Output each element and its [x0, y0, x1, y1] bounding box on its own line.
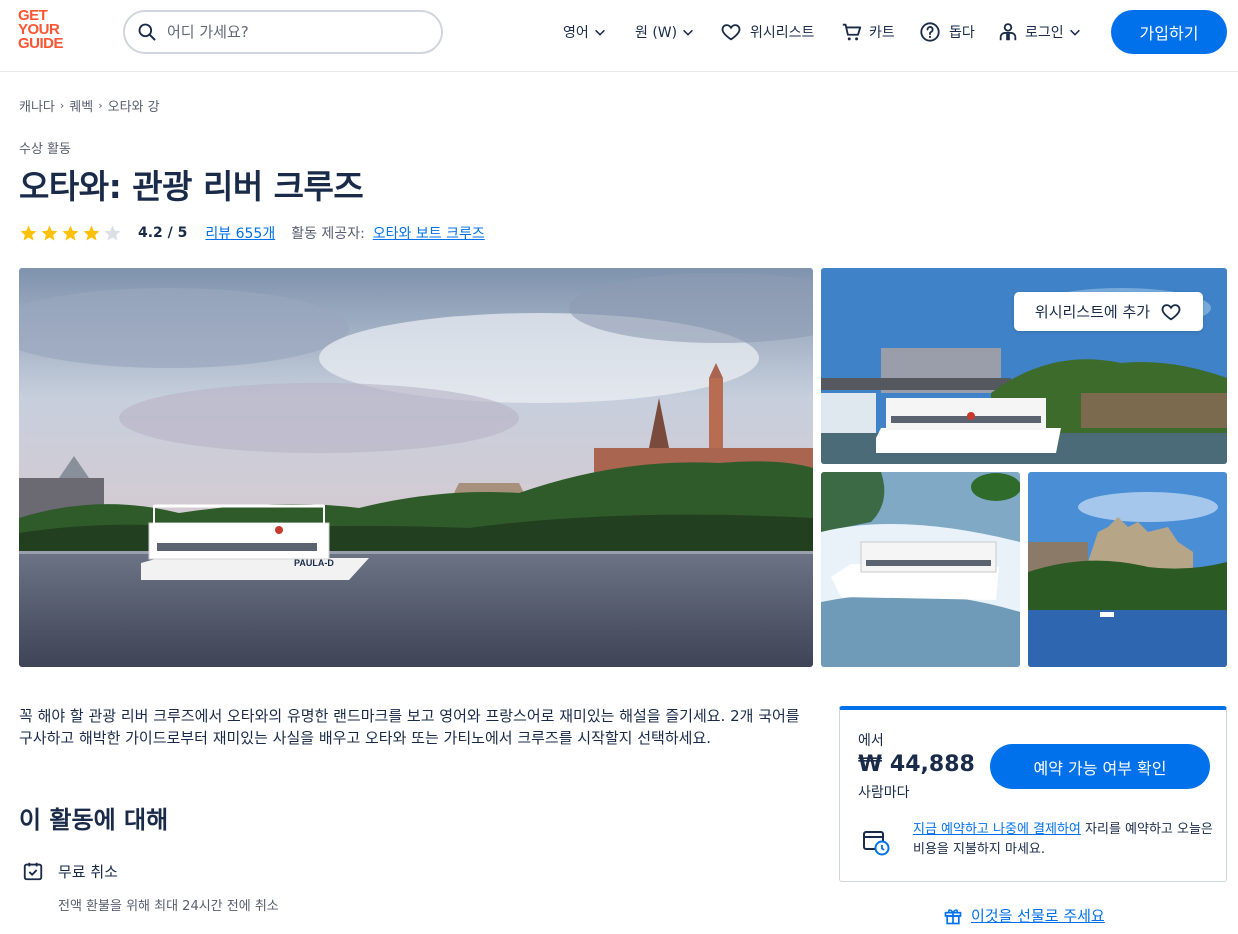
signup-button[interactable]: 가입하기: [1111, 10, 1227, 54]
provider-label: 활동 제공자:: [291, 226, 365, 242]
wishlist-link[interactable]: 위시리스트: [720, 20, 814, 44]
search-icon: [138, 23, 156, 41]
heart-icon: [1161, 303, 1181, 320]
add-to-wishlist-label: 위시리스트에 추가: [1034, 303, 1151, 321]
activity-category: 수상 활동: [19, 142, 71, 157]
currency-label: 원 (W): [635, 25, 678, 41]
breadcrumb-item-quebec[interactable]: 퀘벡: [69, 96, 93, 115]
feature-title: 무료 취소: [58, 862, 118, 881]
calendar-clock-icon: [863, 831, 890, 856]
chevron-down-icon: [594, 29, 605, 36]
reserve-now-text: 지금 예약하고 나중에 결제하여 자리를 예약하고 오늘은 비용을 지불하지 마…: [913, 820, 1213, 860]
breadcrumb-item-ottawa-river[interactable]: 오타와 강: [108, 96, 160, 115]
price-from-label: 에서: [858, 733, 884, 749]
about-heading: 이 활동에 대해: [19, 806, 169, 834]
breadcrumb: 캐나다 › 퀘벡 › 오타와 강: [19, 96, 160, 115]
site-header: GET YOUR GUIDE 영어 원 (W) 위시리스트 카트 돕다 로그인 …: [0, 0, 1238, 72]
wishlist-label: 위시리스트: [750, 25, 815, 41]
gift-link[interactable]: 이것을 선물로 주세요: [943, 905, 1105, 926]
price-value: ₩ 44,888: [858, 752, 975, 777]
language-selector[interactable]: 영어: [563, 20, 607, 44]
login-menu[interactable]: 로그인: [997, 20, 1082, 44]
gift-label: 이것을 선물로 주세요: [971, 907, 1105, 925]
cart-icon: [842, 23, 862, 41]
reserve-now-link[interactable]: 지금 예약하고 나중에 결제하여: [913, 822, 1081, 837]
search-bar[interactable]: [123, 10, 443, 54]
price-per-person: 사람마다: [858, 785, 910, 801]
rating-row: 4.2 / 5 리뷰 655개 활동 제공자: 오타와 보트 크루즈: [19, 222, 485, 244]
logo-line-3: GUIDE: [18, 35, 64, 52]
free-cancellation-feature: 무료 취소: [22, 860, 118, 882]
cart-label: 카트: [869, 25, 895, 41]
help-icon: [920, 22, 940, 42]
photo-chateau-laurier[interactable]: [1028, 472, 1227, 667]
main-photo-boat-parliament[interactable]: PAULA-D: [19, 268, 813, 667]
user-icon: [999, 23, 1017, 41]
help-label: 돕다: [949, 25, 975, 41]
chevron-down-icon: [1069, 29, 1080, 36]
help-link[interactable]: 돕다: [919, 20, 975, 44]
chevron-right-icon: ›: [98, 99, 103, 112]
heart-icon: [721, 24, 741, 41]
search-input[interactable]: [167, 23, 417, 41]
currency-selector[interactable]: 원 (W): [635, 20, 695, 44]
page-title: 오타와: 관광 리버 크루즈: [19, 167, 364, 206]
check-availability-button[interactable]: 예약 가능 여부 확인: [990, 744, 1210, 789]
reviews-link[interactable]: 리뷰 655개: [205, 223, 275, 243]
add-to-wishlist-button[interactable]: 위시리스트에 추가: [1014, 292, 1203, 331]
chevron-right-icon: ›: [59, 99, 65, 112]
boat-name: PAULA-D: [294, 558, 334, 568]
calendar-check-icon: [23, 862, 43, 881]
provider-link[interactable]: 오타와 보트 크루즈: [373, 223, 485, 243]
star-filled-icon: [83, 225, 100, 241]
star-filled-icon: [62, 225, 79, 241]
star-rating: [19, 224, 122, 243]
breadcrumb-item-canada[interactable]: 캐나다: [19, 96, 55, 115]
language-label: 영어: [563, 25, 589, 41]
chevron-down-icon: [683, 29, 694, 36]
booking-box: 에서 ₩ 44,888 사람마다 예약 가능 여부 확인 지금 예약하고 나중에…: [839, 706, 1227, 882]
rating-value: 4.2 / 5: [138, 225, 188, 241]
gift-icon: [944, 908, 962, 924]
photo-boat-rapids[interactable]: [821, 472, 1020, 667]
star-filled-icon: [20, 225, 37, 241]
star-filled-icon: [41, 225, 58, 241]
activity-description: 꼭 해야 할 관광 리버 크루즈에서 오타와의 유명한 랜드마크를 보고 영어와…: [19, 707, 800, 747]
getyourguide-logo[interactable]: GET YOUR GUIDE: [18, 8, 78, 52]
star-empty-icon: [104, 225, 121, 241]
feature-subtitle: 전액 환불을 위해 최대 24시간 전에 취소: [58, 899, 279, 914]
cart-link[interactable]: 카트: [841, 20, 895, 44]
login-label: 로그인: [1025, 25, 1064, 41]
